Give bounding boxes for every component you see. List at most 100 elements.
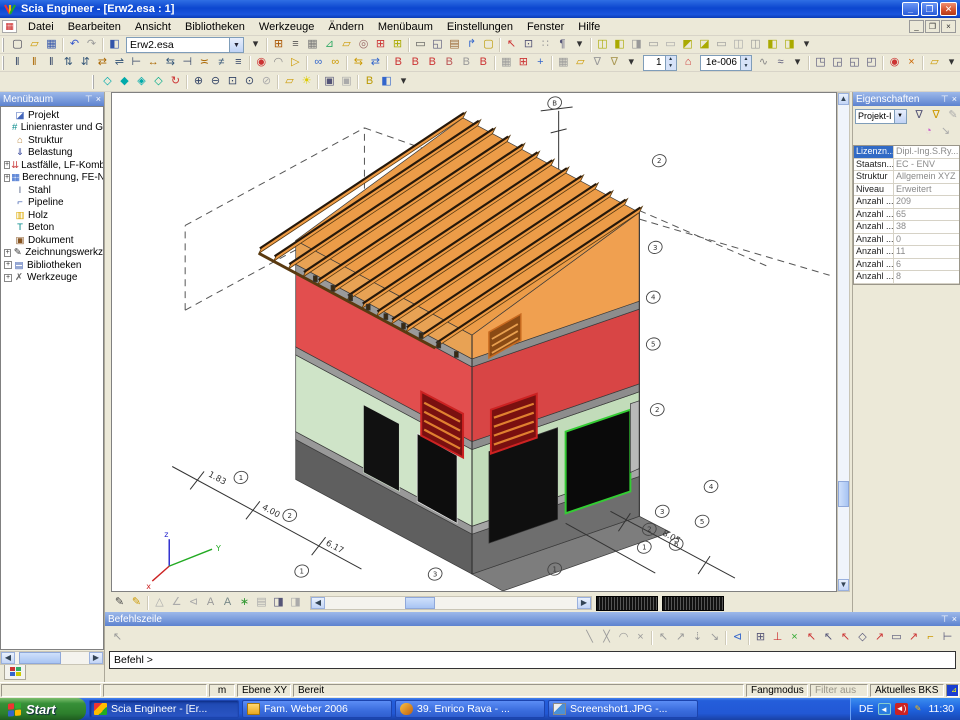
beam-6-icon[interactable]: ◩ [679, 37, 696, 53]
tree-hscrollbar[interactable]: ◀ ▶ [0, 651, 104, 665]
gallery-icon[interactable]: ▤ [446, 37, 463, 53]
open-yellow-icon[interactable]: ▱ [572, 55, 589, 71]
levels-gray-icon[interactable]: ∠ [168, 595, 185, 611]
join-tool-icon[interactable]: ≡ [230, 55, 247, 71]
grid-red-icon[interactable]: ⊞ [372, 37, 389, 53]
scroll-thumb[interactable] [405, 597, 435, 609]
node-up-icon[interactable]: ↖ [655, 630, 672, 646]
tree-item-6[interactable]: IStahl [1, 184, 103, 197]
light-bulb-icon[interactable]: ☀ [298, 74, 315, 90]
beam-11-icon[interactable]: ◧ [764, 37, 781, 53]
arrow-gray-icon[interactable]: ↘ [937, 124, 954, 140]
clock[interactable]: 11:30 [929, 703, 955, 715]
property-row-1[interactable]: Staatsn...EC - ENV [854, 159, 959, 172]
drop-icon[interactable]: ▾ [623, 55, 640, 71]
snap-ruler-icon[interactable]: ⌐ [922, 630, 939, 646]
menu-fenster[interactable]: Fenster [520, 19, 571, 35]
print-preview-icon[interactable]: ◱ [429, 37, 446, 53]
spinner-down-icon[interactable]: ▼ [666, 63, 676, 70]
load-b5-icon[interactable]: B [458, 55, 475, 71]
column-pair-1-icon[interactable]: ‖ [9, 55, 26, 71]
viewport-vscrollbar[interactable]: ▲ ▼ [837, 92, 850, 592]
save-file-icon[interactable]: ▦ [43, 37, 60, 53]
property-row-8[interactable]: Anzahl ...11 [854, 246, 959, 259]
combo-drop-icon[interactable]: ▾ [247, 37, 264, 53]
drop-icon[interactable]: ▾ [943, 55, 960, 71]
expand-icon[interactable]: + [4, 161, 10, 169]
tree-item-5[interactable]: +▦Berechnung, FE-N [1, 172, 103, 185]
load-b4-icon[interactable]: B [441, 55, 458, 71]
render-red-icon[interactable]: ◉ [886, 55, 903, 71]
link-2-icon[interactable]: ∞ [327, 55, 344, 71]
zoom-out-icon[interactable]: ⊖ [207, 74, 224, 90]
menu-werkzeuge[interactable]: Werkzeuge [252, 19, 321, 35]
close-icon[interactable]: × [96, 94, 101, 105]
snap-cross-icon[interactable]: × [786, 630, 803, 646]
zoom-select-icon[interactable]: ⊡ [520, 37, 537, 53]
filter-2-icon[interactable]: ∇ [606, 55, 623, 71]
property-row-6[interactable]: Anzahl ...38 [854, 221, 959, 234]
building-model[interactable] [259, 112, 670, 591]
drop-icon[interactable]: ▾ [798, 37, 815, 53]
toolbar-grip[interactable] [92, 75, 97, 89]
beam-8-icon[interactable]: ▭ [713, 37, 730, 53]
beam-2-icon[interactable]: ◧ [611, 37, 628, 53]
view-iso-icon[interactable]: ◇ [99, 74, 116, 90]
scroll-down-icon[interactable]: ▼ [838, 579, 849, 591]
grid-yellow-icon[interactable]: ⊞ [389, 37, 406, 53]
node-tool-icon[interactable]: ⇅ [60, 55, 77, 71]
filter-flash-icon[interactable]: ∇ [928, 108, 945, 124]
solid-cube-icon[interactable]: ◧ [378, 74, 395, 90]
labels-icon[interactable]: ¶ [554, 37, 571, 53]
snap-near-icon[interactable]: ↖ [837, 630, 854, 646]
arc-icon[interactable]: ◠ [615, 630, 632, 646]
property-row-0[interactable]: Lizenzn...Dipl.-Ing.S.Ry... [854, 146, 959, 159]
status-filter[interactable]: Filter aus [810, 684, 868, 697]
beam-1-icon[interactable]: ◫ [594, 37, 611, 53]
zoom-all-icon[interactable]: ⊙ [241, 74, 258, 90]
section-b-icon[interactable]: B [361, 74, 378, 90]
line-2-icon[interactable]: ╳ [598, 630, 615, 646]
save-gray-icon[interactable]: ▦ [555, 55, 572, 71]
menu-datei[interactable]: Datei [21, 19, 61, 35]
menu-menbaum[interactable]: Menübaum [371, 19, 440, 35]
project-combobox[interactable]: Erw2.esa ▼ [126, 37, 244, 53]
print-icon[interactable]: ▭ [412, 37, 429, 53]
animation-frame-box-1[interactable] [596, 596, 658, 611]
snap-arc-icon[interactable]: ↗ [905, 630, 922, 646]
status-unit[interactable]: m [209, 684, 235, 697]
book-gray-icon[interactable]: ▤ [253, 595, 270, 611]
close-icon[interactable]: × [952, 94, 957, 105]
start-button[interactable]: Start [0, 698, 86, 720]
pin-icon[interactable]: ⊤ [941, 94, 949, 105]
column-pair-3-icon[interactable]: ‖ [43, 55, 60, 71]
snap-perp-icon[interactable]: ⊥ [769, 630, 786, 646]
property-row-3[interactable]: NiveauErweitert [854, 184, 959, 197]
tree-item-11[interactable]: +✎Zeichnungswerkz [1, 247, 103, 260]
mdi-restore-button[interactable]: ❐ [925, 20, 940, 33]
span-tool-icon[interactable]: ↔ [145, 55, 162, 71]
menu-ndern[interactable]: Ändern [321, 19, 370, 35]
property-row-4[interactable]: Anzahl ...209 [854, 196, 959, 209]
cursor-arrow-icon[interactable]: ↖ [109, 630, 126, 646]
snap-ortho-icon[interactable]: ◇ [854, 630, 871, 646]
scale-spinner[interactable]: 1 ▲▼ [643, 55, 677, 71]
tree-item-9[interactable]: TBeton [1, 222, 103, 235]
scale-110-icon[interactable]: ≈ [772, 55, 789, 71]
spinner-down-icon[interactable]: ▼ [741, 63, 751, 70]
status-snap-mode[interactable]: Fangmodus [746, 684, 808, 697]
beam-7-icon[interactable]: ◪ [696, 37, 713, 53]
window-gray-icon[interactable]: ◨ [287, 595, 304, 611]
hinge-tool-icon[interactable]: ⇄ [94, 55, 111, 71]
zoom-prev-icon[interactable]: ⊘ [258, 74, 275, 90]
zoom-in-icon[interactable]: ⊕ [190, 74, 207, 90]
export-folder-icon[interactable]: ▱ [926, 55, 943, 71]
copy-window-3-icon[interactable]: ◱ [846, 55, 863, 71]
menu-ansicht[interactable]: Ansicht [128, 19, 178, 35]
combobox-dropdown-button[interactable]: ▼ [229, 38, 243, 52]
property-row-7[interactable]: Anzahl ...0 [854, 234, 959, 247]
abc-check-icon[interactable]: A [202, 595, 219, 611]
snap-tan-icon[interactable]: ↗ [871, 630, 888, 646]
volume-tray-icon[interactable]: ◄) [895, 703, 908, 715]
copy-window-1-icon[interactable]: ◳ [812, 55, 829, 71]
